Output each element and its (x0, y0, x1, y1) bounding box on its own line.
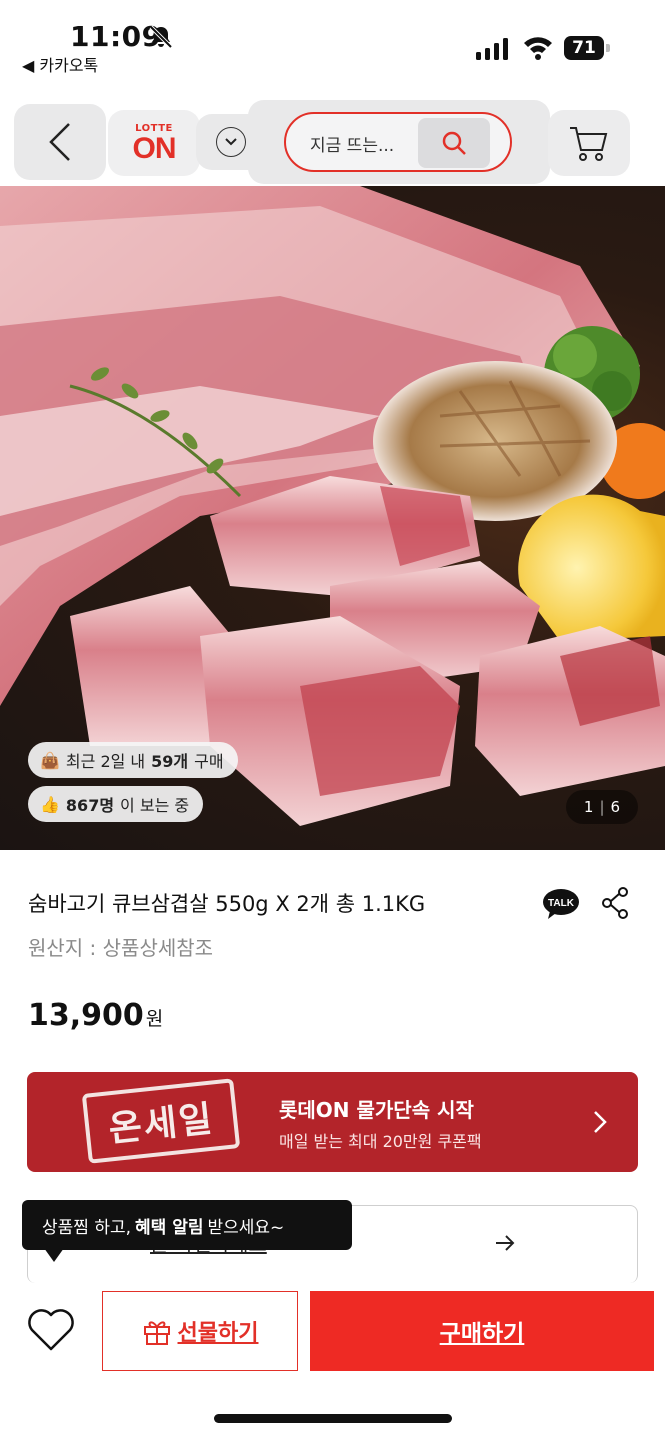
kakao-talk-share-icon[interactable]: TALK (542, 888, 580, 920)
cellular-signal-icon (476, 36, 508, 60)
thumbs-up-icon: 👍 (40, 794, 60, 814)
viewer-count-badge: 👍 867명 이 보는 중 (28, 786, 204, 822)
lotte-on-logo[interactable]: LOTTE ON (108, 110, 200, 176)
search-icon (442, 131, 466, 155)
product-origin: 원산지 : 상품상세참조 (28, 936, 214, 960)
tooltip-prefix: 상품찜 하고, (42, 1217, 132, 1238)
cart-button[interactable] (548, 110, 630, 176)
back-button[interactable] (14, 104, 106, 180)
search-placeholder: 지금 뜨는... (310, 136, 395, 156)
banner-subtitle: 매일 받는 최대 20만원 쿠폰팩 (279, 1132, 482, 1151)
tooltip-strong: 혜택 알림 (135, 1217, 204, 1238)
search-area: 지금 뜨는... (248, 100, 550, 184)
badge-suffix: 구매 (194, 752, 224, 771)
badge-strong: 59개 (151, 752, 189, 771)
badge-suffix: 이 보는 중 (120, 796, 190, 815)
chevron-right-icon (594, 1111, 607, 1133)
image-counter-total: 6 (610, 798, 621, 816)
recent-purchase-badge: 👜 최근 2일 내 59개 구매 (28, 742, 238, 778)
battery-tip (606, 44, 610, 52)
bottom-action-bar: 선물하기 구매하기 (0, 1283, 665, 1383)
chevron-down-icon (216, 127, 246, 157)
product-image[interactable]: 👜 최근 2일 내 59개 구매 👍 867명 이 보는 중 1 | 6 (0, 186, 665, 850)
search-input[interactable]: 지금 뜨는... (284, 112, 512, 172)
gift-button-label: 선물하기 (177, 1321, 259, 1346)
price-unit: 원 (145, 1008, 164, 1030)
wifi-icon (524, 37, 552, 60)
talk-label: TALK (548, 898, 575, 909)
wishlist-tooltip: 상품찜 하고, 혜택 알림 받으세요~ (22, 1200, 352, 1250)
logo-main-text: ON (132, 131, 177, 165)
status-bar: 11:09 ◀ 카카오톡 71 (0, 0, 665, 90)
buy-button-label: 구매하기 (439, 1321, 525, 1347)
home-indicator[interactable] (214, 1414, 452, 1423)
onsale-stamp: 온세일 (81, 1078, 241, 1164)
bell-muted-icon (149, 25, 173, 49)
onsale-stamp-text: 온세일 (106, 1098, 216, 1151)
battery-indicator: 71 (564, 36, 604, 60)
chevron-left-icon (49, 123, 70, 161)
product-title: 숨바고기 큐브삼겹살 550g X 2개 총 1.1KG (28, 892, 426, 916)
gift-icon (143, 1321, 170, 1345)
share-icon[interactable] (600, 886, 630, 920)
cart-icon (570, 127, 608, 161)
tooltip-suffix: 받으세요~ (207, 1217, 285, 1238)
banner-title: 롯데ON 물가단속 시작 (279, 1098, 474, 1122)
back-to-app-link[interactable]: ◀ 카카오톡 (22, 52, 98, 76)
heart-icon[interactable] (26, 1307, 76, 1353)
arrow-right-icon (496, 1235, 515, 1251)
search-button[interactable] (418, 118, 490, 168)
image-counter-current: 1 (583, 798, 594, 816)
buy-button[interactable]: 구매하기 (310, 1291, 654, 1371)
shopping-bag-icon: 👜 (40, 750, 60, 770)
top-nav: LOTTE ON 지금 뜨는... (0, 100, 665, 186)
promo-banner[interactable]: 온세일 롯데ON 물가단속 시작 매일 받는 최대 20만원 쿠폰팩 (27, 1072, 638, 1172)
product-page: 11:09 ◀ 카카오톡 71 LOTTE ON 지금 뜨는... 👜 최근 2… (0, 0, 665, 1440)
image-counter-divider: | (599, 798, 605, 816)
tooltip-tail (44, 1248, 64, 1262)
gift-button[interactable]: 선물하기 (102, 1291, 298, 1371)
badge-strong: 867명 (65, 796, 115, 815)
badge-prefix: 최근 2일 내 (65, 752, 146, 771)
price-value: 13,900 (28, 998, 144, 1033)
image-counter: 1 | 6 (566, 790, 638, 824)
product-price: 13,900 원 (28, 998, 163, 1033)
